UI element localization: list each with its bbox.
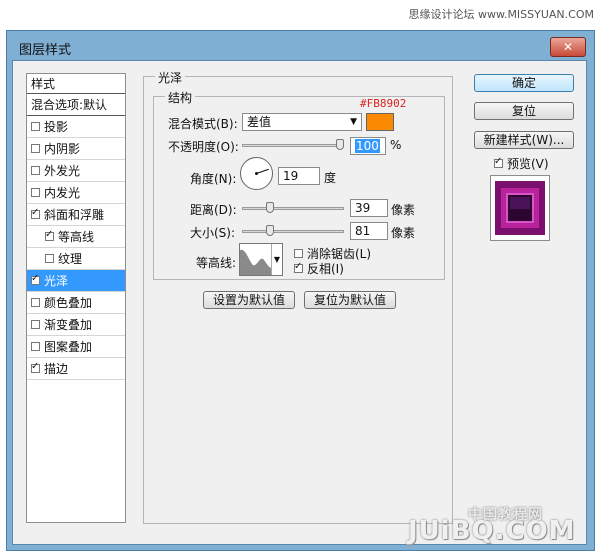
style-list-item-label: 图案叠加 [44,340,93,354]
style-list-item-label: 外发光 [44,164,81,178]
style-list-item[interactable]: 渐变叠加 [27,314,125,336]
distance-slider-thumb[interactable] [266,202,275,213]
opacity-slider[interactable] [242,144,344,147]
style-list-item[interactable]: 描边 [27,358,125,380]
style-list-item[interactable]: 斜面和浮雕 [27,204,125,226]
chevron-down-icon: ▼ [350,117,357,127]
contour-picker[interactable]: ▼ [239,243,283,276]
contour-curve-icon [240,249,272,275]
title-bar[interactable]: 图层样式 ✕ [7,31,594,61]
style-list-item-label: 光泽 [44,274,69,288]
blend-mode-label: 混合模式(B): [168,117,238,131]
blend-mode-select[interactable]: 差值 ▼ [242,113,362,131]
size-value: 81 [355,224,371,238]
style-checkbox[interactable] [31,342,40,351]
style-checkbox[interactable] [31,144,40,153]
preview-thumbnail [495,181,545,235]
style-list-item-label: 投影 [44,120,69,134]
opacity-unit: % [390,138,402,152]
reset-default-button[interactable]: 复位为默认值 [304,291,396,309]
size-slider-thumb[interactable] [266,225,275,236]
style-checkbox[interactable] [31,207,40,219]
style-list-item-label: 描边 [44,362,69,376]
style-list-item-label: 颜色叠加 [44,296,93,310]
opacity-input[interactable]: 100 [350,137,386,155]
close-icon: ✕ [562,40,574,54]
preview-checkbox[interactable]: 预览(V) [494,155,549,172]
style-list-item-label: 内发光 [44,186,81,200]
site-watermark: JUiBQ.COM 中国教程网 [408,507,576,546]
style-checkbox[interactable] [31,166,40,175]
style-checkbox[interactable] [31,122,40,131]
contour-label: 等高线: [196,256,237,270]
style-list-item-label: 斜面和浮雕 [44,208,105,222]
invert-box[interactable] [294,261,303,273]
style-checkbox[interactable] [31,361,40,373]
style-list-item[interactable]: 颜色叠加 [27,292,125,314]
style-list-item-label: 内阴影 [44,142,81,156]
style-list-item-label: 等高线 [58,230,95,244]
style-checkbox[interactable] [31,273,40,285]
close-button[interactable]: ✕ [550,37,586,57]
style-checkbox[interactable] [45,229,54,241]
style-list-item[interactable]: 等高线 [27,226,125,248]
style-list-header[interactable]: 样式 [27,74,125,94]
opacity-value: 100 [355,139,380,153]
style-list-item[interactable]: 内发光 [27,182,125,204]
gloss-color-swatch[interactable] [366,113,394,131]
section-title: 光泽 [155,69,186,86]
distance-slider[interactable] [242,207,344,210]
opacity-label: 不透明度(O): [168,140,239,154]
size-unit: 像素 [391,226,416,240]
angle-input[interactable]: 19 [278,167,320,185]
angle-indicator [255,168,269,175]
preview-label: 预览(V) [507,157,549,171]
make-default-button[interactable]: 设置为默认值 [203,291,295,309]
style-list-item[interactable]: 光泽 [27,270,125,292]
style-list-item[interactable]: 投影 [27,116,125,138]
size-input[interactable]: 81 [350,222,388,240]
distance-value: 39 [355,201,371,215]
style-list-item[interactable]: 图案叠加 [27,336,125,358]
new-style-button[interactable]: 新建样式(W)... [474,131,574,149]
style-list: 样式 混合选项:默认 投影内阴影外发光内发光斜面和浮雕等高线纹理光泽颜色叠加渐变… [26,73,126,523]
dialog-title: 图层样式 [19,43,72,58]
angle-label: 角度(N): [190,172,237,186]
style-checkbox[interactable] [45,254,54,263]
ok-button[interactable]: 确定 [474,74,574,92]
forum-watermark: 思缘设计论坛 www.MISSYUAN.COM [408,8,594,21]
anti-alias-box[interactable] [294,249,303,258]
opacity-slider-thumb[interactable] [336,139,344,150]
distance-unit: 像素 [391,203,416,217]
preview-box[interactable] [494,156,503,168]
distance-label: 距离(D): [190,203,237,217]
distance-input[interactable]: 39 [350,199,388,217]
size-slider[interactable] [242,230,344,233]
invert-label: 反相(I) [307,262,344,276]
contour-dropdown-arrow[interactable]: ▼ [271,244,282,275]
style-checkbox[interactable] [31,320,40,329]
color-annotation: #FB8902 [360,97,407,110]
style-checkbox[interactable] [31,188,40,197]
size-label: 大小(S): [190,226,236,240]
angle-value: 19 [283,169,299,183]
blend-mode-value: 差值 [247,115,272,129]
angle-dial[interactable] [240,157,273,190]
blend-options-item[interactable]: 混合选项:默认 [27,94,125,116]
reset-button[interactable]: 复位 [474,102,574,120]
style-list-item[interactable]: 纹理 [27,248,125,270]
site-watermark-cn: 中国教程网 [468,507,543,523]
style-preview [490,175,550,241]
group-title: 结构 [165,89,196,106]
invert-checkbox[interactable]: 反相(I) [294,260,344,277]
style-list-item[interactable]: 外发光 [27,160,125,182]
style-list-item-label: 渐变叠加 [44,318,93,332]
style-list-item-label: 纹理 [58,252,83,266]
angle-unit: 度 [324,171,337,185]
style-list-item[interactable]: 内阴影 [27,138,125,160]
style-checkbox[interactable] [31,298,40,307]
